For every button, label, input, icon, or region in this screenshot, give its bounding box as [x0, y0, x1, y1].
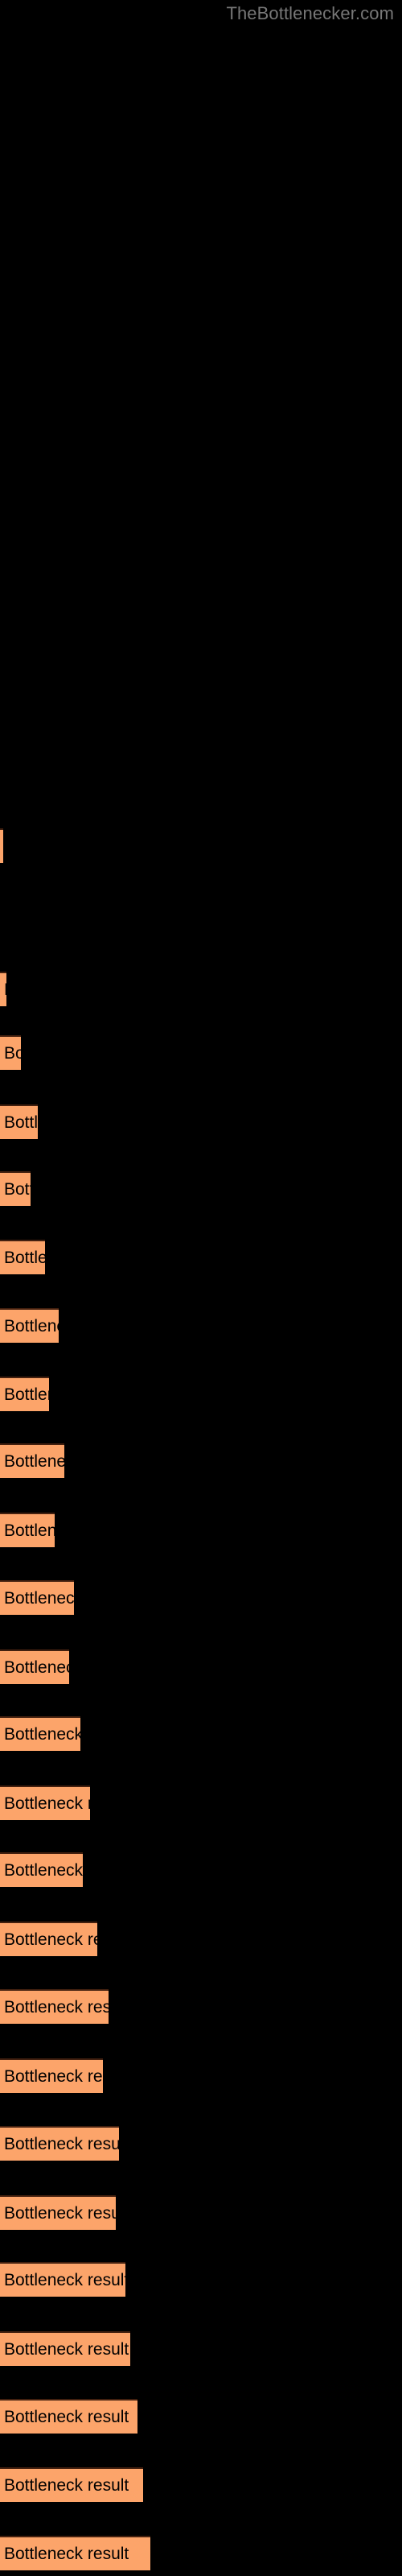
bar-row: Bottleneck result — [0, 2195, 116, 2230]
bar-value-label: Bottleneck result — [4, 1180, 31, 1199]
bar-clip: Bottleneck result — [0, 828, 3, 863]
bar-value-label: Bottleneck result — [4, 1249, 45, 1267]
bar-row: Bottleneck result — [0, 2399, 137, 2434]
bar-value-label: Bottleneck result — [4, 2340, 129, 2359]
bar-row: Bottleneck result — [0, 2126, 119, 2161]
bar-row: Bottleneck result — [0, 828, 3, 863]
bar-clip: Bottleneck result — [0, 2536, 150, 2570]
bar-clip: Bottleneck result — [0, 972, 6, 1006]
bar-row: Bottleneck result — [0, 1989, 109, 2024]
bar-clip: Bottleneck result — [0, 1377, 49, 1411]
bar-row: Bottleneck result — [0, 1513, 55, 1547]
bar-clip: Bottleneck result — [0, 2467, 143, 2502]
bar-value-label: Bottleneck result — [4, 1794, 90, 1813]
bar-row: Bottleneck result — [0, 1240, 45, 1274]
bar-value-label: Bottleneck result — [4, 2545, 129, 2563]
bar-row: Bottleneck result — [0, 1580, 74, 1615]
chart-bar — [0, 828, 3, 863]
bar-value-label: Bottleneck result — [4, 1998, 109, 2017]
bar-value-label: Bottleneck result — [4, 1113, 38, 1132]
bar-row: Bottleneck result — [0, 1308, 59, 1343]
bar-value-label: Bottleneck result — [4, 2476, 129, 2495]
bar-value-label: Bottleneck result — [4, 1452, 64, 1471]
bar-clip: Bottleneck result — [0, 2126, 119, 2161]
bar-clip: Bottleneck result — [0, 2399, 137, 2434]
bar-value-label: Bottleneck result — [4, 2135, 119, 2153]
bar-row: Bottleneck result — [0, 2058, 103, 2093]
bar-row: Bottleneck result — [0, 972, 6, 1006]
bar-clip: Bottleneck result — [0, 1989, 109, 2024]
bar-clip: Bottleneck result — [0, 1580, 74, 1615]
bar-row: Bottleneck result — [0, 1443, 64, 1478]
bar-value-label: Bottleneck result — [4, 1044, 21, 1063]
bar-row: Bottleneck result — [0, 1716, 80, 1751]
bar-clip: Bottleneck result — [0, 1240, 45, 1274]
bar-clip: Bottleneck result — [0, 1308, 59, 1343]
bar-clip: Bottleneck result — [0, 1513, 55, 1547]
bar-clip: Bottleneck result — [0, 2195, 116, 2230]
bar-clip: Bottleneck result — [0, 2331, 130, 2366]
bar-row: Bottleneck result — [0, 2536, 150, 2570]
bar-value-label: Bottleneck result — [4, 1521, 55, 1540]
bar-row: Bottleneck result — [0, 2467, 143, 2502]
bar-value-label: Bottleneck result — [4, 1589, 74, 1608]
bar-value-label: Bottleneck result — [4, 2408, 129, 2426]
bar-clip: Bottleneck result — [0, 1716, 80, 1751]
bar-value-label: Bottleneck result — [4, 1861, 83, 1880]
bar-row: Bottleneck result — [0, 1852, 83, 1887]
bar-clip: Bottleneck result — [0, 2058, 103, 2093]
bar-clip: Bottleneck result — [0, 1649, 69, 1684]
bar-row: Bottleneck result — [0, 1649, 69, 1684]
bar-row: Bottleneck result — [0, 2331, 130, 2366]
bar-clip: Bottleneck result — [0, 1922, 97, 1956]
bar-row: Bottleneck result — [0, 1377, 49, 1411]
bar-clip: Bottleneck result — [0, 1171, 31, 1206]
bar-value-label: Bottleneck result — [4, 972, 6, 1006]
bar-clip: Bottleneck result — [0, 1443, 64, 1478]
bottleneck-bar-chart: Bottleneck result Bottleneck result Bottle… — [0, 0, 402, 2576]
bar-value-label: Bottleneck result — [4, 2271, 125, 2289]
bar-clip: Bottleneck result — [0, 1035, 21, 1070]
bar-value-label: Bottleneck result — [4, 1930, 97, 1949]
bar-value-label: Bottleneck result — [4, 1658, 69, 1677]
bar-row: Bottleneck result — [0, 1171, 31, 1206]
bar-value-label: Bottleneck result — [4, 2204, 116, 2223]
bar-value-label: Bottleneck result — [4, 1317, 59, 1335]
bar-clip: Bottleneck result — [0, 2262, 125, 2297]
bar-row: Bottleneck result — [0, 1785, 90, 1820]
bar-clip: Bottleneck result — [0, 1852, 83, 1887]
bar-row: Bottleneck result — [0, 1035, 21, 1070]
bar-value-label: Bottleneck result — [4, 2067, 103, 2086]
bar-clip: Bottleneck result — [0, 1104, 38, 1139]
bar-clip: Bottleneck result — [0, 1785, 90, 1820]
bar-row: Bottleneck result — [0, 1922, 97, 1956]
bar-row: Bottleneck result — [0, 1104, 38, 1139]
bar-row: Bottleneck result — [0, 2262, 125, 2297]
bar-value-label: Bottleneck result — [4, 1385, 49, 1404]
bar-value-label: Bottleneck result — [4, 1725, 80, 1744]
